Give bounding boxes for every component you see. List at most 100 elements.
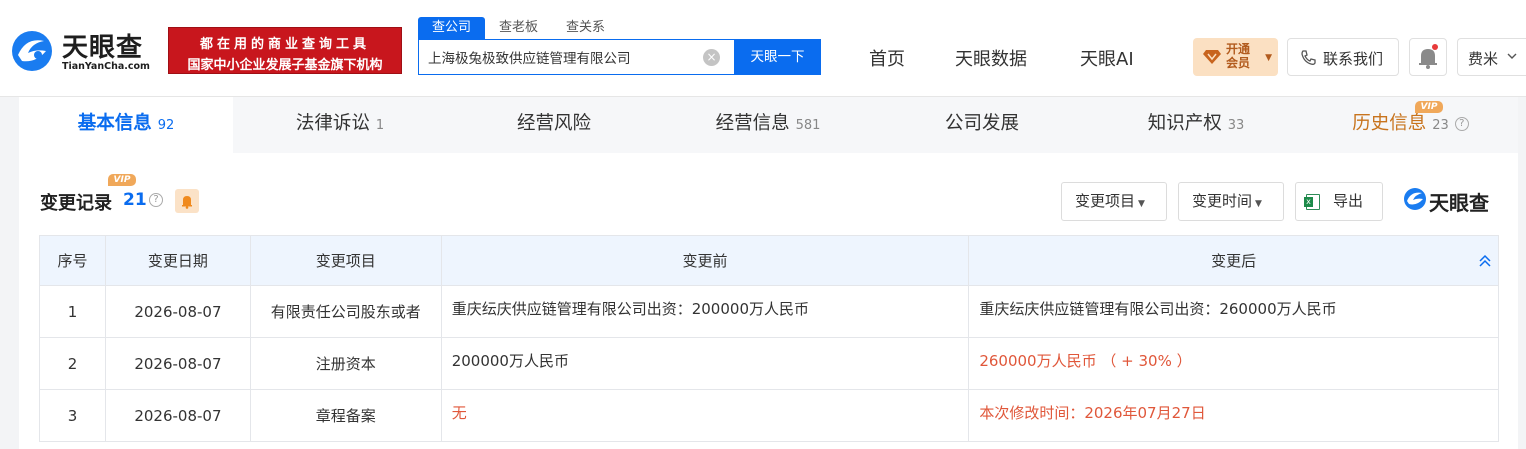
help-icon[interactable]: ? bbox=[1454, 117, 1469, 131]
tab-label: 基本信息 bbox=[77, 113, 152, 134]
main-tabs: 基本信息 92 法律诉讼 1 经营风险 经营信息 581 公司发展 知识产权 33 历史… bbox=[19, 97, 1518, 153]
monitor-button[interactable] bbox=[175, 189, 199, 213]
search-type-tabs: 查公司 查老板 查关系 bbox=[418, 17, 619, 39]
tab-history-info[interactable]: 历史信息 23 ? VIP bbox=[1303, 97, 1518, 153]
tab-search-relation[interactable]: 查关系 bbox=[552, 17, 619, 39]
bell-icon bbox=[182, 196, 192, 209]
cell-date: 2026-08-07 bbox=[104, 337, 251, 390]
user-name: 费米 bbox=[1468, 50, 1499, 68]
tab-label: 公司发展 bbox=[944, 113, 1019, 134]
tab-label: 历史信息 bbox=[1352, 113, 1427, 134]
nav-tianyan-ai[interactable]: 天眼AI bbox=[1080, 45, 1134, 71]
cell-index: 3 bbox=[39, 389, 106, 442]
tab-search-company[interactable]: 查公司 bbox=[418, 17, 486, 39]
bell-icon bbox=[1419, 49, 1437, 69]
logo-domain: TianYanCha.com bbox=[62, 61, 150, 72]
change-records-table: 序号 变更日期 变更项目 变更前 变更后 1 2026-08-07 有限责任公司… bbox=[39, 235, 1499, 442]
cell-item: 章程备案 bbox=[249, 389, 442, 442]
tab-count: 33 bbox=[1227, 118, 1245, 133]
site-logo[interactable]: 天眼查 TianYanCha.com bbox=[8, 27, 163, 77]
clear-icon[interactable]: × bbox=[703, 49, 720, 66]
promo-banner[interactable]: 都在用的商业查询工具 国家中小企业发展子基金旗下机构 bbox=[168, 27, 402, 74]
user-menu[interactable]: 费米 bbox=[1457, 38, 1526, 76]
col-header-index: 序号 bbox=[39, 235, 106, 286]
notification-dot bbox=[1432, 44, 1438, 50]
section-count: 21 bbox=[123, 190, 147, 210]
tab-label: 法律诉讼 bbox=[295, 113, 370, 134]
col-header-before: 变更前 bbox=[440, 235, 970, 286]
change-records-card: VIP 变更记录 21 ? 变更项目▼ 变更时间▼ 导出 天眼查 序号 变 bbox=[19, 153, 1518, 449]
cell-date: 2026-08-07 bbox=[104, 389, 251, 442]
cell-date: 2026-08-07 bbox=[104, 285, 251, 338]
tianyancha-logo-icon bbox=[1404, 188, 1426, 210]
cell-before: 重庆纭庆供应链管理有限公司出资：200000万人民币 bbox=[440, 285, 970, 338]
tab-count: 23 bbox=[1432, 118, 1449, 133]
nav-tianyan-data[interactable]: 天眼数据 bbox=[955, 45, 1027, 71]
brand-watermark: 天眼查 bbox=[1403, 187, 1489, 215]
contact-label: 联系我们 bbox=[1323, 50, 1384, 68]
table-header-row: 序号 变更日期 变更项目 变更前 变更后 bbox=[39, 235, 1499, 286]
cell-item: 有限责任公司股东或者 bbox=[249, 285, 442, 338]
excel-icon bbox=[1304, 194, 1320, 210]
vip-label-1: 开通 bbox=[1226, 42, 1251, 56]
export-button[interactable]: 导出 bbox=[1295, 182, 1383, 221]
brand-text: 天眼查 bbox=[1429, 191, 1489, 215]
help-icon[interactable]: ? bbox=[149, 193, 163, 207]
cell-index: 2 bbox=[39, 337, 106, 390]
col-header-after: 变更后 bbox=[968, 235, 1499, 286]
tab-label: 知识产权 bbox=[1147, 113, 1222, 134]
col-header-after-label: 变更后 bbox=[1211, 252, 1257, 270]
cell-before: 无 bbox=[440, 389, 970, 442]
chevron-down-icon bbox=[1507, 53, 1517, 59]
banner-line-1: 都在用的商业查询工具 bbox=[199, 37, 370, 52]
section-title: 变更记录 bbox=[40, 193, 112, 214]
collapse-up-icon[interactable] bbox=[1478, 254, 1492, 268]
tab-basic-info[interactable]: 基本信息 92 bbox=[19, 97, 233, 153]
tab-company-development[interactable]: 公司发展 bbox=[875, 97, 1089, 153]
chevron-down-icon: ▼ bbox=[1255, 199, 1262, 209]
tab-count: 92 bbox=[157, 118, 175, 133]
tab-intellectual-property[interactable]: 知识产权 33 bbox=[1089, 97, 1303, 153]
contact-us-button[interactable]: 联系我们 bbox=[1287, 38, 1399, 76]
banner-line-2: 国家中小企业发展子基金旗下机构 bbox=[187, 58, 383, 73]
top-header: 天眼查 TianYanCha.com 都在用的商业查询工具 国家中小企业发展子基… bbox=[0, 0, 1526, 97]
phone-icon bbox=[1301, 50, 1316, 65]
search-button[interactable]: 天眼一下 bbox=[734, 39, 821, 75]
tab-count: 1 bbox=[375, 118, 385, 133]
table-row: 3 2026-08-07 章程备案 无 本次修改时间：2026年07月27日 bbox=[39, 389, 1499, 442]
tab-label: 经营风险 bbox=[516, 113, 591, 134]
cell-index: 1 bbox=[39, 285, 106, 338]
tab-legal[interactable]: 法律诉讼 1 bbox=[233, 97, 447, 153]
logo-text: 天眼查 bbox=[62, 33, 144, 63]
nav-home[interactable]: 首页 bbox=[869, 45, 905, 71]
filter-label: 变更项目 bbox=[1075, 192, 1136, 210]
search-box: × bbox=[418, 39, 735, 75]
tianyancha-logo-icon bbox=[12, 31, 52, 71]
table-row: 2 2026-08-07 注册资本 200000万人民币 260000万人民币 … bbox=[39, 337, 1499, 390]
tab-count: 581 bbox=[795, 118, 821, 133]
tab-search-boss[interactable]: 查老板 bbox=[485, 17, 552, 39]
tab-business-risk[interactable]: 经营风险 bbox=[447, 97, 661, 153]
open-vip-button[interactable]: 开通 会员 ▼ bbox=[1193, 38, 1278, 76]
tab-label: 经营信息 bbox=[715, 113, 790, 134]
col-header-date: 变更日期 bbox=[104, 235, 251, 286]
export-label: 导出 bbox=[1333, 192, 1364, 210]
chevron-down-icon: ▼ bbox=[1138, 199, 1145, 209]
filter-label: 变更时间 bbox=[1192, 192, 1253, 210]
vip-badge: VIP bbox=[1415, 101, 1443, 113]
notification-button[interactable] bbox=[1409, 38, 1447, 76]
filter-change-item-dropdown[interactable]: 变更项目 ▼ bbox=[1061, 182, 1167, 221]
tab-business-info[interactable]: 经营信息 581 bbox=[661, 97, 875, 153]
search-input[interactable] bbox=[419, 40, 689, 74]
diamond-icon bbox=[1203, 50, 1221, 64]
cell-after: 重庆纭庆供应链管理有限公司出资：260000万人民币 bbox=[968, 285, 1499, 338]
filter-change-time-dropdown[interactable]: 变更时间 ▼ bbox=[1178, 182, 1284, 221]
chevron-down-icon: ▼ bbox=[1265, 53, 1272, 63]
table-row: 1 2026-08-07 有限责任公司股东或者 重庆纭庆供应链管理有限公司出资：… bbox=[39, 285, 1499, 338]
cell-after: 本次修改时间：2026年07月27日 bbox=[968, 389, 1499, 442]
col-header-item: 变更项目 bbox=[249, 235, 442, 286]
vip-badge: VIP bbox=[108, 174, 136, 186]
vip-label-2: 会员 bbox=[1226, 56, 1251, 70]
cell-item: 注册资本 bbox=[249, 337, 442, 390]
cell-before: 200000万人民币 bbox=[440, 337, 970, 390]
